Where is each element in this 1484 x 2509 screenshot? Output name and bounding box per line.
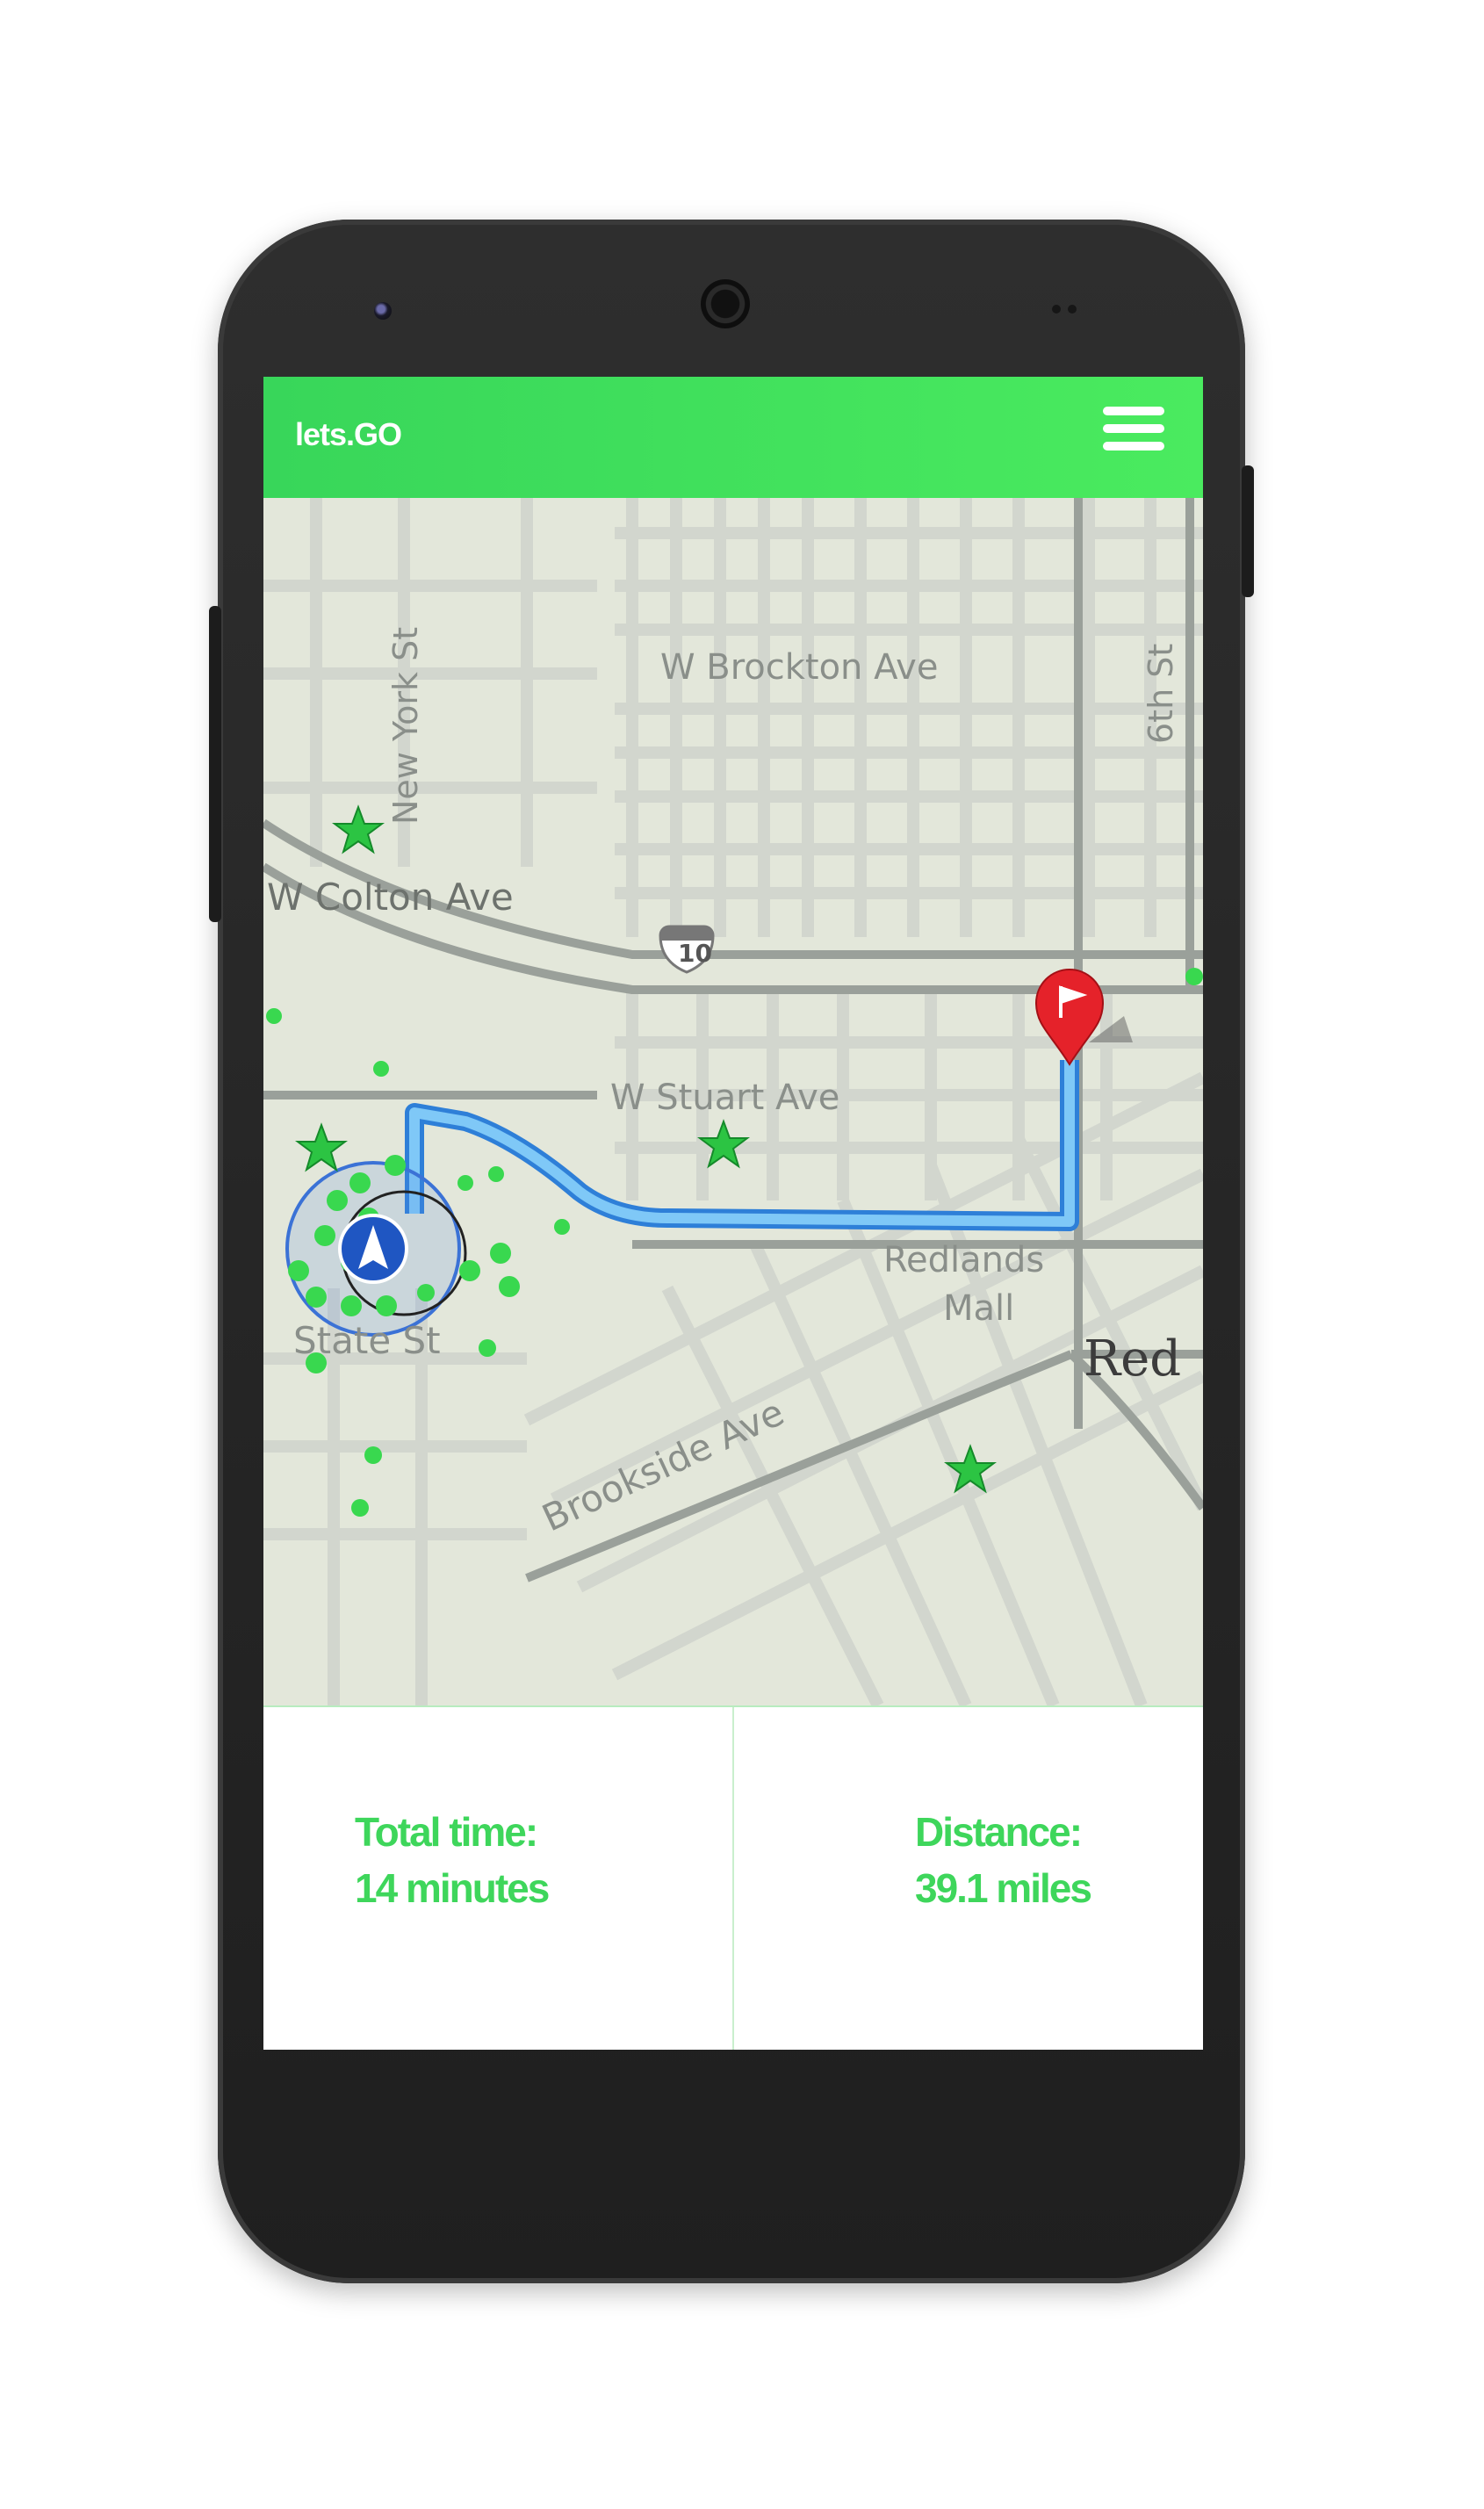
earpiece-speaker [701, 279, 750, 328]
distance-label: Distance: [915, 1809, 1083, 1855]
street-label-sixth: 6th St [1142, 643, 1180, 744]
street-label-newyork: New York St [386, 626, 425, 825]
power-button [1242, 465, 1254, 597]
distance-block: Distance: 39.1 miles [915, 1804, 1092, 1916]
total-time-label: Total time: [355, 1809, 538, 1855]
trip-summary-panel: Total time: 14 minutes Distance: 39.1 mi… [263, 1705, 1203, 2050]
panel-divider [732, 1707, 734, 2050]
proximity-sensors [1052, 302, 1087, 314]
distance-value: 39.1 miles [915, 1865, 1092, 1911]
navigation-arrow-icon [338, 1214, 408, 1284]
street-label-colton: W Colton Ave [267, 876, 514, 919]
street-label-stuart: W Stuart Ave [610, 1078, 840, 1118]
app-title: lets.GO [295, 416, 402, 452]
total-time-value: 14 minutes [355, 1865, 550, 1911]
app-bar: lets.GO [263, 377, 1203, 498]
app-screen: lets.GO W Brockton Ave New York St 6th S… [263, 377, 1203, 2050]
place-label-mall: Mall [943, 1288, 1015, 1329]
highway-shield-number: 10 [678, 939, 712, 968]
phone-frame: lets.GO W Brockton Ave New York St 6th S… [209, 220, 1254, 2283]
hamburger-menu-icon[interactable] [1103, 403, 1170, 458]
volume-button [209, 606, 221, 922]
city-label-red: Red [1084, 1330, 1182, 1388]
street-label-state: State St [293, 1319, 441, 1362]
front-camera [374, 302, 392, 320]
place-label-redlands: Redlands [883, 1240, 1045, 1280]
route-map[interactable]: W Brockton Ave New York St 6th St W Colt… [263, 498, 1203, 1705]
street-label-brockton: W Brockton Ave [660, 647, 939, 688]
total-time-block: Total time: 14 minutes [355, 1804, 550, 1916]
